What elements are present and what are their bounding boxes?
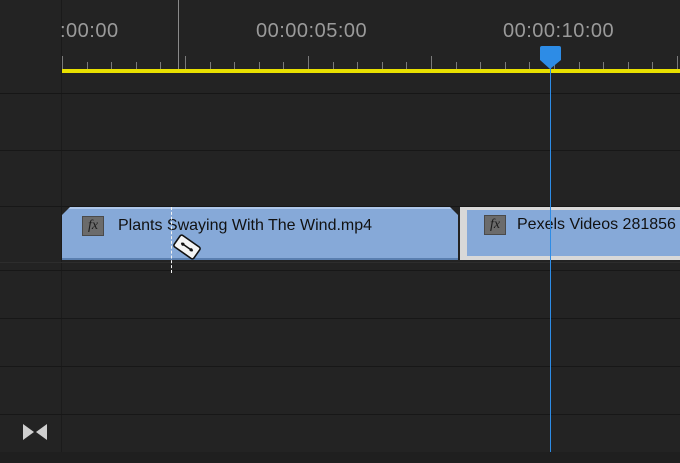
ruler-minor-tick (579, 62, 580, 69)
clip-name: Plants Swaying With The Wind.mp4 (118, 217, 373, 234)
ruler-minor-tick (431, 56, 432, 69)
ruler-timecode-start: :00:00 (60, 20, 119, 42)
track-divider (0, 414, 680, 415)
track-header-divider (61, 70, 62, 463)
clip-name: Pexels Videos 281856 (517, 216, 676, 233)
ruler-minor-tick (406, 62, 407, 69)
work-area-bar[interactable] (62, 69, 680, 73)
ruler-minor-tick (652, 62, 653, 69)
ruler-minor-tick (333, 62, 334, 69)
ruler-timecode-5s: 00:00:05:00 (256, 20, 368, 42)
clip-end-notch (450, 207, 458, 215)
ruler-minor-tick (603, 62, 604, 69)
ruler-timecode-10s: 00:00:10:00 (503, 20, 615, 42)
playhead-tip (540, 60, 561, 69)
track-header-column (0, 0, 62, 463)
fx-badge-icon: fx (82, 216, 104, 236)
ruler-minor-tick (505, 62, 506, 69)
time-ruler[interactable]: :00:00 00:00:05:00 00:00:10:00 (60, 0, 680, 70)
ruler-minor-tick (283, 62, 284, 69)
ruler-minor-tick (677, 56, 678, 69)
sequence-timeline[interactable]: :00:00 00:00:05:00 00:00:10:00 fx Plants… (0, 0, 680, 463)
ruler-minor-tick (160, 62, 161, 69)
playhead-line[interactable] (550, 60, 551, 463)
ruler-major-tick (178, 0, 179, 69)
video-clip-plants[interactable]: fx Plants Swaying With The Wind.mp4 (62, 207, 458, 260)
ruler-minor-tick (480, 62, 481, 69)
clip-start-notch (62, 207, 70, 215)
playhead-icon[interactable] (540, 46, 561, 60)
fx-badge-icon: fx (484, 215, 506, 235)
ruler-minor-tick (185, 56, 186, 69)
razor-cursor-icon (173, 234, 201, 260)
track-divider (0, 318, 680, 319)
ruler-minor-tick (62, 56, 63, 69)
timeline-bottom-strip (0, 452, 680, 463)
video-clip-pexels[interactable]: fx Pexels Videos 281856 (460, 207, 680, 260)
ruler-divider (0, 93, 680, 94)
ruler-minor-tick (382, 62, 383, 69)
ruler-minor-tick (357, 62, 358, 69)
track-divider (0, 270, 680, 271)
track-divider (0, 366, 680, 367)
snap-icon[interactable] (22, 422, 48, 442)
ruler-minor-tick (308, 56, 309, 69)
ruler-minor-tick (529, 62, 530, 69)
ruler-minor-tick (259, 62, 260, 69)
track-divider (0, 150, 680, 151)
track-divider (0, 262, 680, 263)
ruler-minor-tick (234, 62, 235, 69)
ruler-minor-tick (628, 62, 629, 69)
ruler-minor-tick (111, 62, 112, 69)
ruler-minor-tick (136, 62, 137, 69)
ruler-minor-tick (87, 62, 88, 69)
ruler-minor-tick (456, 62, 457, 69)
ruler-minor-tick (210, 62, 211, 69)
